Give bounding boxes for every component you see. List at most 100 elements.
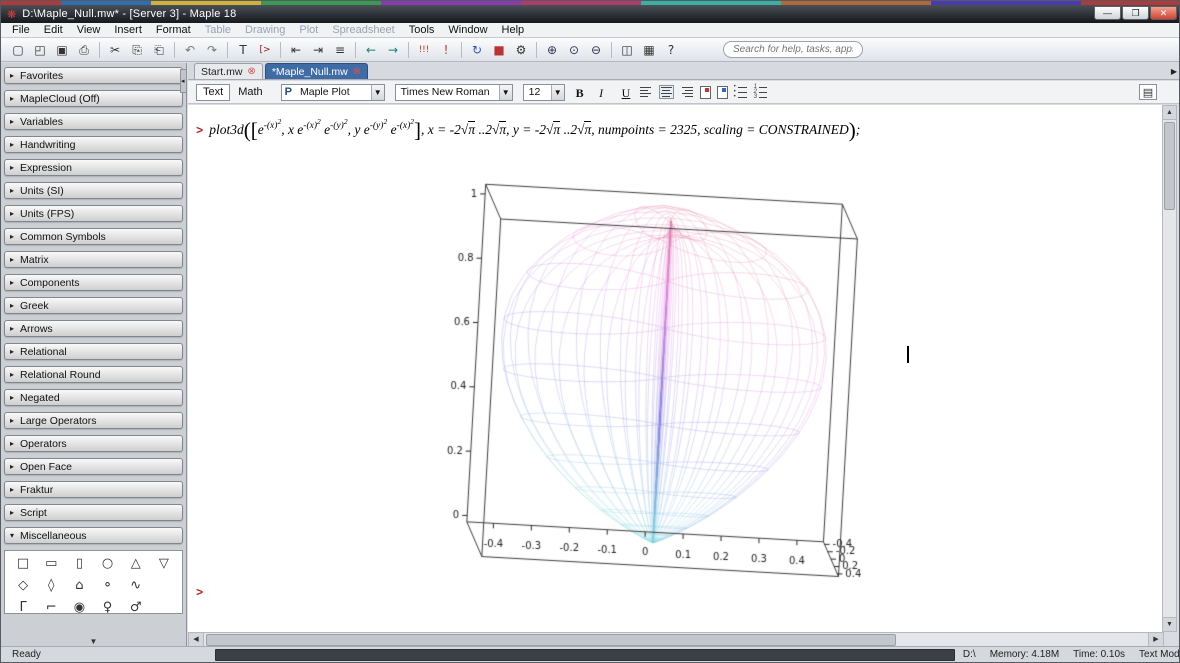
align-left-icon[interactable] [639,85,654,99]
indent-right-icon[interactable]: ⇥ [308,40,328,59]
italic-button[interactable]: I [592,84,611,101]
palette-script[interactable]: ▸ Script [4,504,183,521]
tab-maple-null-mw[interactable]: *Maple_Null.mw ⊗ [264,63,369,79]
help-search-input[interactable] [723,41,863,58]
shape-item[interactable]: ∿ [122,575,150,597]
shape-item[interactable]: ◉ [65,597,93,613]
scroll-left-icon[interactable]: ◀ [189,633,204,647]
menu-item-format[interactable]: Format [149,23,198,38]
chevron-down-icon[interactable]: ▼ [498,84,512,100]
underline-button[interactable]: U [615,84,634,101]
palette-matrix[interactable]: ▸ Matrix [4,251,183,268]
restore-button[interactable]: ❐ [1122,6,1149,20]
new-document-icon[interactable]: ▢ [8,40,28,59]
shape-item[interactable]: ⌐ [37,597,65,613]
table-tools-icon[interactable]: ▦ [639,40,659,59]
shape-item[interactable]: ♀ [93,597,121,613]
shape-item[interactable]: △ [122,553,150,575]
scroll-down-icon[interactable]: ▼ [1163,617,1176,631]
palette-open-face[interactable]: ▸ Open Face [4,458,183,475]
go-back-icon[interactable]: ← [361,40,381,59]
debug-icon[interactable]: ⚙ [511,40,531,59]
palette-expression[interactable]: ▸ Expression [4,159,183,176]
insert-maple-input-icon[interactable]: [> [255,40,275,59]
menu-item-view[interactable]: View [70,23,108,38]
indent-left-icon[interactable]: ⇤ [286,40,306,59]
palette-operators[interactable]: ▸ Operators [4,435,183,452]
tab-close-icon[interactable]: ⊗ [353,66,361,77]
shape-item[interactable]: ○ [93,553,121,575]
palette-units-fps[interactable]: ▸ Units (FPS) [4,205,183,222]
document-area[interactable]: > plot3d([e-(x)2, x e-(x)2 e-(y)2, y e-(y… [188,105,1164,632]
menu-item-help[interactable]: Help [495,23,532,38]
redo-icon[interactable]: ↷ [202,40,222,59]
zoom-out-icon[interactable]: ⊖ [586,40,606,59]
copy-icon[interactable]: ⎘ [127,40,147,59]
shape-item[interactable]: ◇ [9,575,37,597]
shape-item[interactable]: ♂ [122,597,150,613]
minimize-button[interactable]: — [1094,6,1121,20]
menu-item-edit[interactable]: Edit [37,23,70,38]
sidebar-collapse-handle[interactable]: ◂ [180,69,187,93]
palette-relational[interactable]: ▸ Relational [4,343,183,360]
palette-negated[interactable]: ▸ Negated [4,389,183,406]
split-view-icon[interactable]: ◫ [617,40,637,59]
bullet-list-icon[interactable]: • • • [733,84,748,100]
restart-kernel-icon[interactable]: ↻ [467,40,487,59]
shape-item[interactable]: ⌂ [65,575,93,597]
cut-icon[interactable]: ✂ [105,40,125,59]
shape-item[interactable]: ▯ [65,553,93,575]
bold-button[interactable]: B [569,84,588,101]
palette-arrows[interactable]: ▸ Arrows [4,320,183,337]
horizontal-scroll-thumb[interactable] [206,634,896,646]
insert-text-icon[interactable]: T [233,40,253,59]
palette-large-operators[interactable]: ▸ Large Operators [4,412,183,429]
zoom-in-icon[interactable]: ⊕ [542,40,562,59]
palette-components[interactable]: ▸ Components [4,274,183,291]
text-mode-button[interactable]: Text [196,83,231,101]
numbered-list-icon[interactable]: 123 [753,84,768,100]
zoom-default-icon[interactable]: ⊙ [564,40,584,59]
shape-item[interactable]: Γ [9,597,37,613]
palette-favorites[interactable]: ▸ Favorites [4,67,183,84]
palette-greek[interactable]: ▸ Greek [4,297,183,314]
section-marker-icon[interactable] [716,85,728,99]
paste-icon[interactable]: ⎗ [149,40,169,59]
shape-item[interactable]: ◊ [37,575,65,597]
status-mode-toggle[interactable]: Text Mode [1139,649,1179,660]
menu-item-window[interactable]: Window [441,23,494,38]
undo-icon[interactable]: ↶ [180,40,200,59]
shape-item[interactable]: ⚬ [93,575,121,597]
save-file-icon[interactable]: ▣ [52,40,72,59]
chevron-down-icon[interactable]: ▼ [370,84,384,100]
panel-toggle-icon[interactable]: ▤ [1139,84,1157,100]
shape-item[interactable]: □ [9,553,37,575]
second-execution-group[interactable]: > [196,583,209,601]
tab-scroll-right-icon[interactable]: ▶ [1171,67,1177,76]
go-forward-icon[interactable]: → [383,40,403,59]
math-mode-button[interactable]: Math [231,84,269,101]
vertical-scroll-thumb[interactable] [1164,122,1175,210]
shape-item[interactable]: ▽ [150,553,178,575]
open-file-icon[interactable]: ◰ [30,40,50,59]
plot3d-canvas[interactable] [443,155,903,605]
chevron-down-icon[interactable]: ▼ [550,84,564,100]
title-bar[interactable]: ❋ D:\Maple_Null.mw* - [Server 3] - Maple… [1,5,1179,23]
align-center-icon[interactable] [658,85,674,99]
tab-close-icon[interactable]: ⊗ [247,66,255,77]
align-right-icon[interactable] [679,85,694,99]
tab-start-mw[interactable]: Start.mw ⊗ [194,63,263,79]
palette-fraktur[interactable]: ▸ Fraktur [4,481,183,498]
menu-item-insert[interactable]: Insert [107,23,149,38]
palette-relational-round[interactable]: ▸ Relational Round [4,366,183,383]
justify-icon[interactable]: ≡ [330,40,350,59]
execute-icon[interactable]: ! [436,40,456,59]
menu-item-file[interactable]: File [5,23,37,38]
palette-units-si[interactable]: ▸ Units (SI) [4,182,183,199]
bookmark-marker-icon[interactable] [699,85,711,99]
palette-handwriting[interactable]: ▸ Handwriting [4,136,183,153]
scroll-up-icon[interactable]: ▲ [1163,106,1176,120]
execute-all-icon[interactable]: !!! [414,40,434,59]
quick-help-icon[interactable]: ? [661,40,681,59]
palette-maplecloud-off[interactable]: ▸ MapleCloud (Off) [4,90,183,107]
